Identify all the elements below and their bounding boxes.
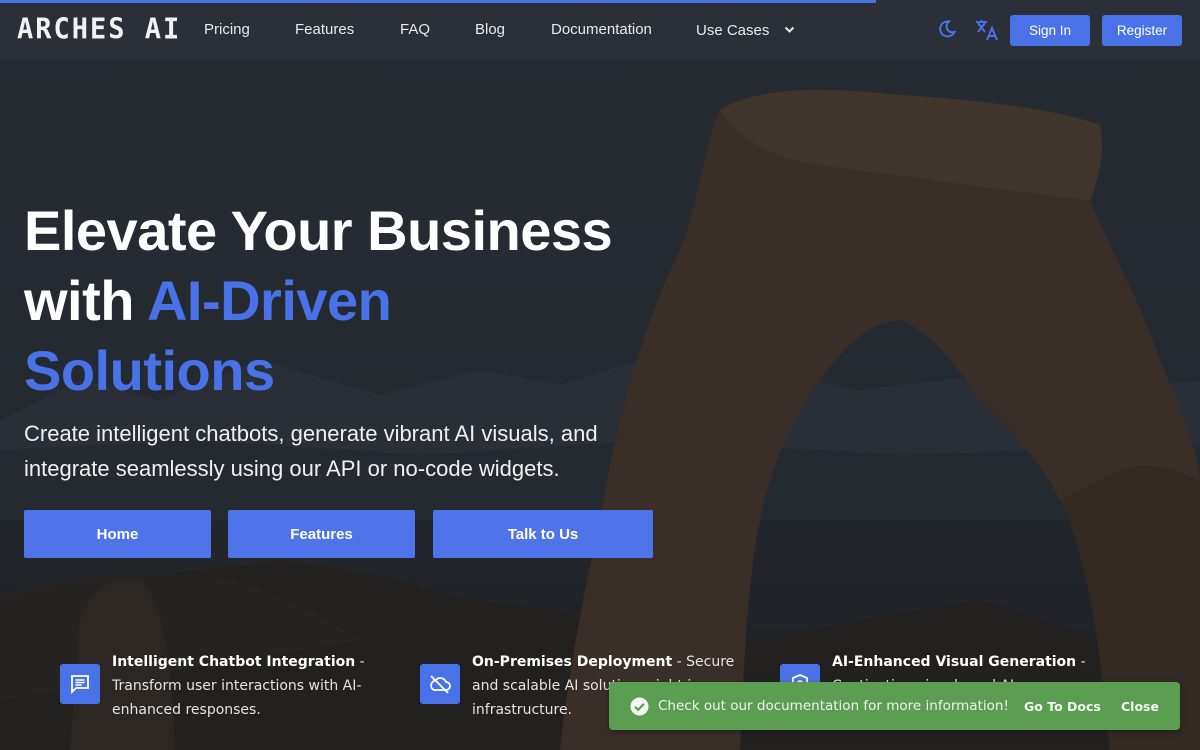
feature-description: Intelligent Chatbot Integration - Transf… xyxy=(112,650,400,722)
theme-toggle-button[interactable] xyxy=(938,20,957,43)
feature-separator: - xyxy=(355,654,365,670)
hero-title-line2-plain: with xyxy=(24,269,147,332)
feature-item-chatbot: Intelligent Chatbot Integration - Transf… xyxy=(60,650,400,722)
moon-icon xyxy=(938,20,957,42)
check-circle-icon xyxy=(630,697,649,716)
feature-title: On-Premises Deployment xyxy=(472,654,673,670)
hero-title-accent: AI-Driven xyxy=(146,269,392,332)
feature-title: Intelligent Chatbot Integration xyxy=(112,654,356,670)
snackbar-message: Check out our documentation for more inf… xyxy=(658,698,1009,714)
features-button[interactable]: Features xyxy=(228,510,415,558)
language-switch-button[interactable] xyxy=(975,19,999,46)
hero-subtitle: Create intelligent chatbots, generate vi… xyxy=(24,421,598,481)
feature-separator: - xyxy=(672,654,687,670)
nav-link-pricing[interactable]: Pricing xyxy=(204,21,250,38)
sign-in-button[interactable]: Sign In xyxy=(1010,15,1090,46)
translate-icon xyxy=(975,20,999,45)
nav-dropdown-use-cases-label: Use Cases xyxy=(696,22,770,39)
chevron-down-icon xyxy=(784,21,795,38)
feature-body: Transform user interactions with AI-enha… xyxy=(112,678,362,718)
nav-link-features[interactable]: Features xyxy=(295,21,354,38)
feature-separator: - xyxy=(1076,654,1086,670)
hero-title-line1: Elevate Your Business xyxy=(24,199,613,262)
hero-title-line3-accent: Solutions xyxy=(24,339,275,402)
page-load-progress-bar xyxy=(0,0,1200,3)
documentation-snackbar: Check out our documentation for more inf… xyxy=(609,682,1180,730)
nav-link-faq[interactable]: FAQ xyxy=(400,21,430,38)
home-button[interactable]: Home xyxy=(24,510,211,558)
snackbar-close-button[interactable]: Close xyxy=(1121,699,1159,714)
register-button[interactable]: Register xyxy=(1102,15,1182,46)
talk-to-us-button[interactable]: Talk to Us xyxy=(433,510,653,558)
chat-bubble-icon xyxy=(60,664,100,704)
progress-bar-fill xyxy=(0,0,876,3)
feature-title: AI-Enhanced Visual Generation xyxy=(832,654,1077,670)
cloud-off-icon xyxy=(420,664,460,704)
nav-dropdown-use-cases[interactable]: Use Cases xyxy=(696,21,795,39)
nav-link-blog[interactable]: Blog xyxy=(475,21,505,38)
nav-link-documentation[interactable]: Documentation xyxy=(551,21,652,38)
go-to-docs-button[interactable]: Go To Docs xyxy=(1024,699,1101,714)
brand-logo[interactable]: ARCHES AI xyxy=(17,13,181,46)
top-navigation-bar: ARCHES AI Pricing Features FAQ Blog Docu… xyxy=(0,0,1200,60)
hero-title: Elevate Your Business with AI-Driven Sol… xyxy=(24,196,664,406)
